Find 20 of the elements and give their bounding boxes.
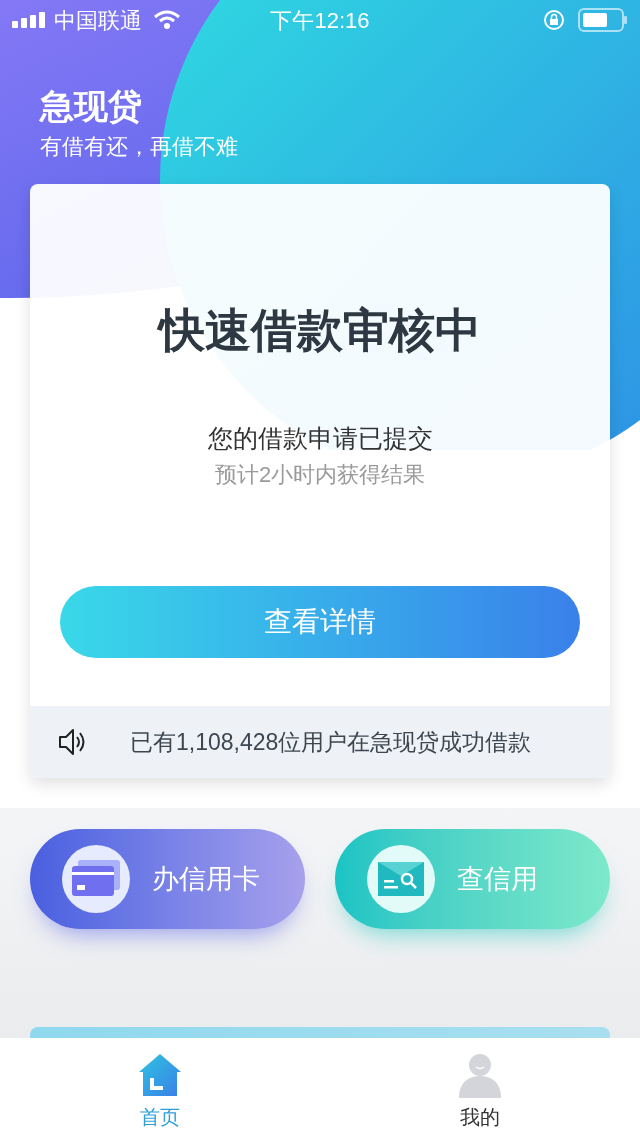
app-title: 急现贷 [40, 86, 143, 127]
wifi-icon [154, 10, 180, 30]
card-message: 您的借款申请已提交 [207, 423, 433, 454]
signal-icon [12, 12, 46, 28]
card-hint: 预计2小时内获得结果 [214, 461, 426, 489]
quick-action-button[interactable]: 办信用卡 [30, 829, 305, 929]
notice-text: 已有1,108,428位用户在急现贷成功借款 [130, 727, 532, 757]
rotation-lock-icon [542, 8, 566, 32]
status-time: 下午12:16 [270, 6, 370, 35]
tab-bar-item[interactable]: 我的 [320, 1038, 640, 1136]
envelope-search-icon [378, 862, 424, 896]
card-title: 快速借款审核中 [159, 303, 481, 358]
home-icon [137, 1052, 183, 1098]
credit-card-icon [70, 860, 122, 898]
tab-bar-item[interactable]: 首页 [0, 1038, 320, 1136]
carrier-name: 中国联通 [54, 6, 142, 35]
person-icon [457, 1052, 503, 1098]
battery-icon [578, 8, 628, 32]
quick-action-button[interactable]: 查信用 [335, 829, 610, 929]
details-button[interactable]: 查看详情 [60, 586, 580, 658]
